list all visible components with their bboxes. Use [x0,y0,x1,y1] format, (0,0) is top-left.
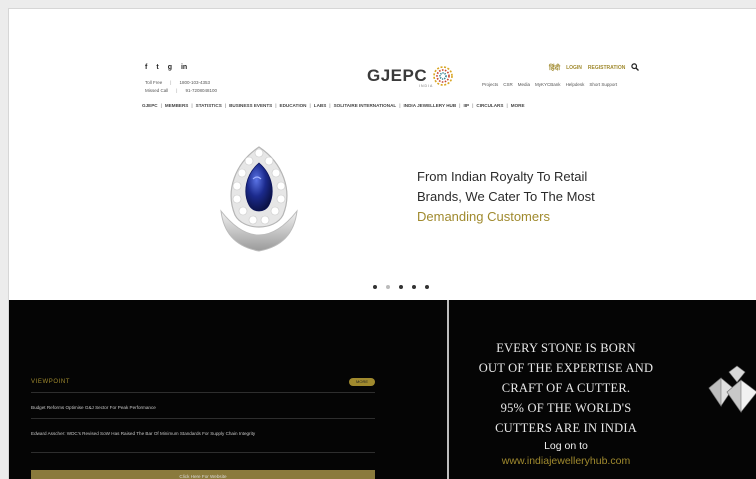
ad-line-3: CRAFT OF A CUTTER. [501,381,631,395]
viewpoint-more-button[interactable]: MORE [349,378,375,386]
nav-item-jewellery-hub[interactable]: INDIA JEWELLERY HUB [404,103,457,108]
missed-call-number[interactable]: 91-7208048100 [185,87,217,95]
facebook-icon[interactable]: f [145,64,147,71]
tollfree-number[interactable]: 1800-103-4353 [179,79,210,87]
social-links: f t g in [145,64,187,71]
ad-headline: EVERY STONE IS BORN OUT OF THE EXPERTISE… [455,338,677,438]
viewpoint-item-1[interactable]: Budget Reforms Optimise G&J Sector For P… [31,404,361,411]
logo-mandala-icon [433,66,453,86]
carousel-dot-2[interactable] [386,285,390,289]
ad-url-link[interactable]: www.indiajewelleryhub.com [455,455,677,467]
main-nav: GJEPC | MEMBERS | STATISTICS | BUSINESS EVE… [142,103,525,108]
utility-link-projects[interactable]: Projects [482,82,498,87]
ad-line-2: OUT OF THE EXPERTISE AND [478,361,654,375]
page: f t g in Toll Free | 1800-103-4353 Misse… [8,8,756,479]
sapphire-ring-image [220,146,298,252]
top-links: हिंदी LOGIN REGISTRATION [549,63,640,73]
nav-item-business-events[interactable]: BUSINESS EVENTS [229,103,272,108]
utility-link-mykycbank[interactable]: MyKYCBank [535,82,561,87]
carousel-dot-5[interactable] [425,285,429,289]
viewpoint-divider [31,418,375,419]
google-icon[interactable]: g [168,64,172,71]
viewpoint-divider [31,392,375,393]
utility-link-helpdesk[interactable]: Helpdesk [566,82,585,87]
hero-line-1: From Indian Royalty To Retail [417,169,588,184]
hero-tagline: From Indian Royalty To Retail Brands, We… [417,167,595,227]
nav-item-more[interactable]: MORE [511,103,525,108]
bottom-section: VIEWPOINT MORE Budget Reforms Optimise G… [9,300,756,479]
nav-item-members[interactable]: MEMBERS [165,103,188,108]
ad-line-5: CUTTERS ARE IN INDIA [495,421,637,435]
missed-call-label: Missed Call [145,88,169,93]
nav-item-statistics[interactable]: STATISTICS [196,103,222,108]
contact-info: Toll Free | 1800-103-4353 Missed Call | … [145,79,217,95]
carousel-dot-1[interactable] [373,285,377,289]
viewpoint-divider [31,452,375,453]
nav-item-solitaire[interactable]: SOLITAIRE INTERNATIONAL [334,103,397,108]
linkedin-icon[interactable]: in [181,64,187,71]
nav-item-iip[interactable]: IIP [463,103,469,108]
nav-item-circulars[interactable]: CIRCULARS [476,103,503,108]
diamonds-image [708,365,756,413]
utility-link-support[interactable]: Short Support [589,82,617,87]
search-icon[interactable] [631,63,640,73]
jewellery-hub-ad[interactable]: EVERY STONE IS BORN OUT OF THE EXPERTISE… [455,300,756,479]
viewpoint-title: VIEWPOINT [31,379,71,385]
viewpoint-item-2[interactable]: Edward Asscher: WDC's Revised SoW Has Ra… [31,430,361,437]
register-link[interactable]: REGISTRATION [588,65,625,71]
ad-line-1: EVERY STONE IS BORN [496,341,636,355]
hero-line-3: Demanding Customers [417,209,550,224]
gjepc-logo[interactable]: GJEPC INDIA [367,64,455,88]
nav-item-education[interactable]: EDUCATION [280,103,307,108]
logo-subtext: INDIA [419,84,434,88]
utility-link-media[interactable]: Media [518,82,530,87]
ad-logon-text: Log on to [544,440,588,452]
utility-link-csr[interactable]: CSR [503,82,513,87]
carousel-dot-4[interactable] [412,285,416,289]
ad-line-4: 95% OF THE WORLD'S [500,401,632,415]
hindi-link[interactable]: हिंदी [549,64,560,73]
website-button[interactable]: Click Here For Website [31,470,375,479]
carousel-dot-3[interactable] [399,285,403,289]
hero-line-2: Brands, We Cater To The Most [417,189,595,204]
login-link[interactable]: LOGIN [566,65,582,71]
carousel-dots [373,285,429,289]
section-divider [447,300,449,479]
utility-links: Projects CSR Media MyKYCBank Helpdesk Sh… [482,82,617,87]
nav-item-labs[interactable]: LABS [314,103,327,108]
logo-text: GJEPC [367,66,428,85]
twitter-icon[interactable]: t [156,64,158,71]
tollfree-label: Toll Free [145,80,163,85]
nav-item-gjepc[interactable]: GJEPC [142,103,158,108]
